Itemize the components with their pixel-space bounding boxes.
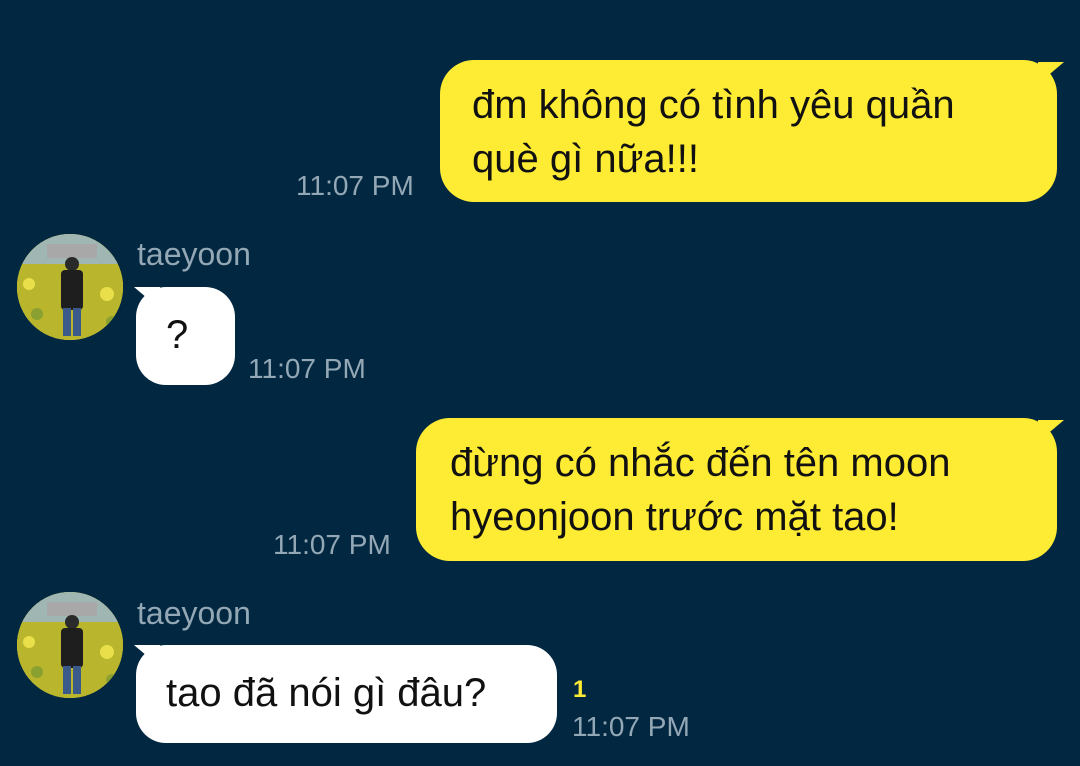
sender-name: taeyoon [137, 595, 251, 631]
bubble-tail [134, 645, 160, 667]
unread-count-badge: 1 [573, 676, 587, 703]
message-timestamp: 11:07 PM [572, 711, 690, 742]
profile-photo-icon [17, 592, 123, 698]
chat-message-incoming-2: taeyoon tao đã nói gì đâu? 1 11:07 PM [0, 0, 1080, 766]
message-bubble[interactable]: tao đã nói gì đâu? [136, 645, 557, 743]
avatar[interactable] [17, 592, 123, 698]
message-text: tao đã nói gì đâu? [166, 671, 487, 715]
